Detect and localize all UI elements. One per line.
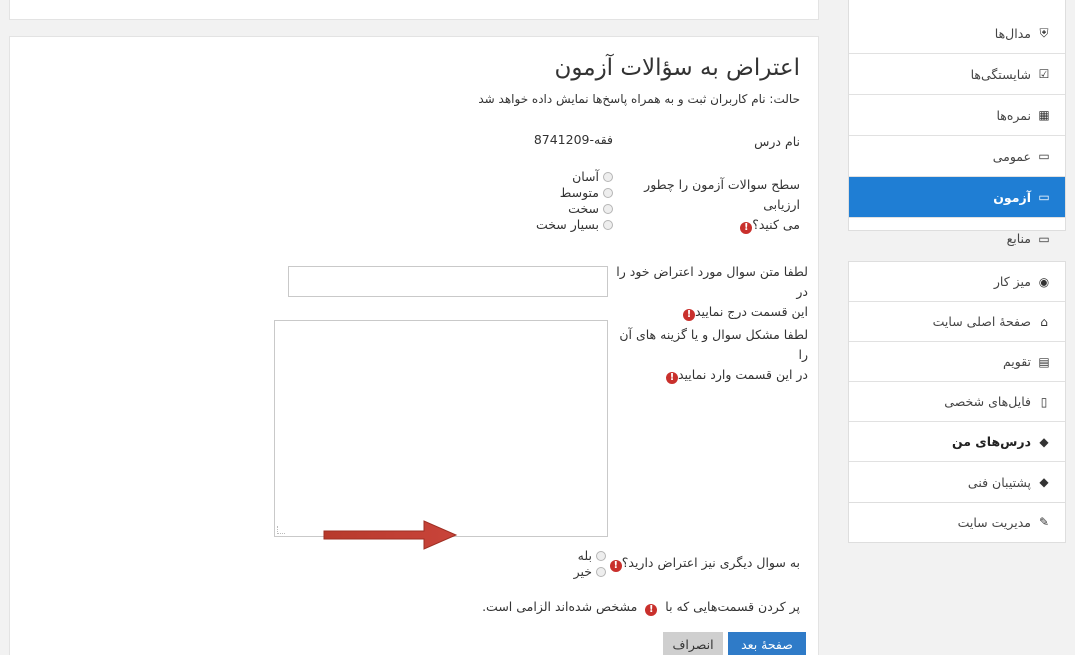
resize-grip-icon[interactable]: [277, 526, 285, 534]
course-name-label: نام درس: [754, 134, 800, 149]
required-icon: !: [645, 604, 658, 616]
wrench-icon: ✎: [1038, 515, 1050, 529]
checkbox-icon: ☑: [1038, 67, 1050, 81]
radio-option-easy[interactable]: آسان: [536, 169, 613, 185]
sidebar-item-site-home[interactable]: ⌂ صفحهٔ اصلی سایت: [849, 302, 1065, 342]
radio-circle[interactable]: [596, 551, 606, 561]
problem-description-textarea[interactable]: [274, 320, 608, 537]
question-text-label: لطفا متن سوال مورد اعتراض خود را در این …: [608, 262, 808, 322]
question-text-label-line1: لطفا متن سوال مورد اعتراض خود را در: [616, 264, 808, 299]
radio-option-no[interactable]: خیر: [574, 564, 606, 580]
radio-circle[interactable]: [603, 204, 613, 214]
feedback-form-card: اعتراض به سؤالات آزمون حالت: نام کاربران…: [9, 36, 819, 655]
radio-option-very-hard[interactable]: بسیار سخت: [536, 217, 613, 233]
radio-circle[interactable]: [603, 188, 613, 198]
more-objections-label: به سوال دیگری نیز اعتراض دارید؟!: [609, 553, 800, 573]
more-objections-radio-group: بله خیر: [574, 548, 606, 580]
sidebar-item-competencies[interactable]: ☑ شایستگی‌ها: [849, 54, 1065, 95]
required-icon: !: [740, 222, 753, 234]
cancel-button[interactable]: انصراف: [663, 632, 723, 655]
sidebar-item-dashboard[interactable]: ◉ میز کار: [849, 262, 1065, 302]
question-text-label-line2: این قسمت درج نمایید: [694, 304, 808, 319]
question-difficulty-label-line1: سطح سوالات آزمون را چطور ارزیابی: [644, 177, 800, 212]
folder-icon: ▭: [1038, 149, 1050, 163]
sidebar-item-private-files[interactable]: ▯ فایل‌های شخصی: [849, 382, 1065, 422]
course-name-value: فقه-8741209: [533, 132, 613, 147]
graduation-cap-icon: ◆: [1039, 434, 1049, 449]
sidebar-item-quiz[interactable]: ▭ آزمون: [849, 177, 1065, 218]
sidebar-item-calendar[interactable]: ▤ تقویم: [849, 342, 1065, 382]
question-difficulty-label: سطح سوالات آزمون را چطور ارزیابی می کنید…: [610, 175, 800, 235]
required-icon: !: [665, 372, 678, 384]
home-icon: ⌂: [1040, 314, 1048, 329]
shield-icon: ⛨: [1039, 25, 1049, 40]
status-text: حالت: نام کاربران ثبت و به همراه پاسخ‌ها…: [478, 92, 800, 106]
radio-option-medium[interactable]: متوسط: [536, 185, 613, 201]
required-icon: !: [682, 309, 695, 321]
radio-option-hard[interactable]: سخت: [536, 201, 613, 217]
site-navigation: ◉ میز کار ⌂ صفحهٔ اصلی سایت ▤ تقویم ▯ فا…: [848, 261, 1066, 503]
dashboard-icon: ◉: [1038, 274, 1050, 289]
difficulty-radio-group: آسان متوسط سخت بسیار سخت: [536, 169, 613, 233]
question-difficulty-label-line2: می کنید؟: [752, 217, 800, 232]
folder-icon: ▭: [1038, 190, 1050, 204]
graduation-cap-icon: ◆: [1039, 475, 1049, 489]
sidebar-item-my-courses[interactable]: ◆ درس‌های من: [849, 422, 1065, 462]
sidebar-item-general[interactable]: ▭ عمومی: [849, 136, 1065, 177]
sidebar-item-site-admin[interactable]: ✎ مدیریت سایت: [849, 503, 1065, 541]
radio-circle[interactable]: [603, 220, 613, 230]
previous-card: [9, 0, 819, 20]
question-text-input[interactable]: [288, 266, 608, 297]
sidebar-item-resources[interactable]: ▭ منابع: [849, 218, 1065, 259]
next-page-button[interactable]: صفحهٔ بعد: [728, 632, 806, 655]
required-fields-note: پر کردن قسمت‌هایی که با ! مشخص شده‌اند ا…: [482, 599, 800, 616]
radio-circle[interactable]: [603, 172, 613, 182]
sidebar-item-badges[interactable]: ⛨ مدال‌ها: [849, 13, 1065, 54]
radio-circle[interactable]: [596, 567, 606, 577]
table-icon: ▦: [1038, 108, 1050, 122]
file-icon: ▯: [1040, 394, 1048, 409]
red-arrow-annotation: [323, 520, 458, 550]
radio-option-yes[interactable]: بله: [574, 548, 606, 564]
problem-description-label: لطفا مشکل سوال و یا گزینه های آن را در ا…: [608, 325, 808, 385]
required-icon: !: [609, 560, 622, 572]
sidebar-item-grades[interactable]: ▦ نمره‌ها: [849, 95, 1065, 136]
sidebar-item-tech-support[interactable]: ◆ پشتیبان فنی: [849, 462, 1065, 502]
folder-icon: ▭: [1038, 231, 1050, 246]
problem-description-label-line2: در این قسمت وارد نمایید: [677, 367, 808, 382]
page-title: اعتراض به سؤالات آزمون: [554, 55, 800, 81]
site-administration-block: ✎ مدیریت سایت: [848, 503, 1066, 543]
problem-description-label-line1: لطفا مشکل سوال و یا گزینه های آن را: [619, 327, 808, 362]
calendar-icon: ▤: [1038, 354, 1050, 369]
course-navigation: ⛨ مدال‌ها ☑ شایستگی‌ها ▦ نمره‌ها ▭ عمومی…: [848, 0, 1066, 246]
